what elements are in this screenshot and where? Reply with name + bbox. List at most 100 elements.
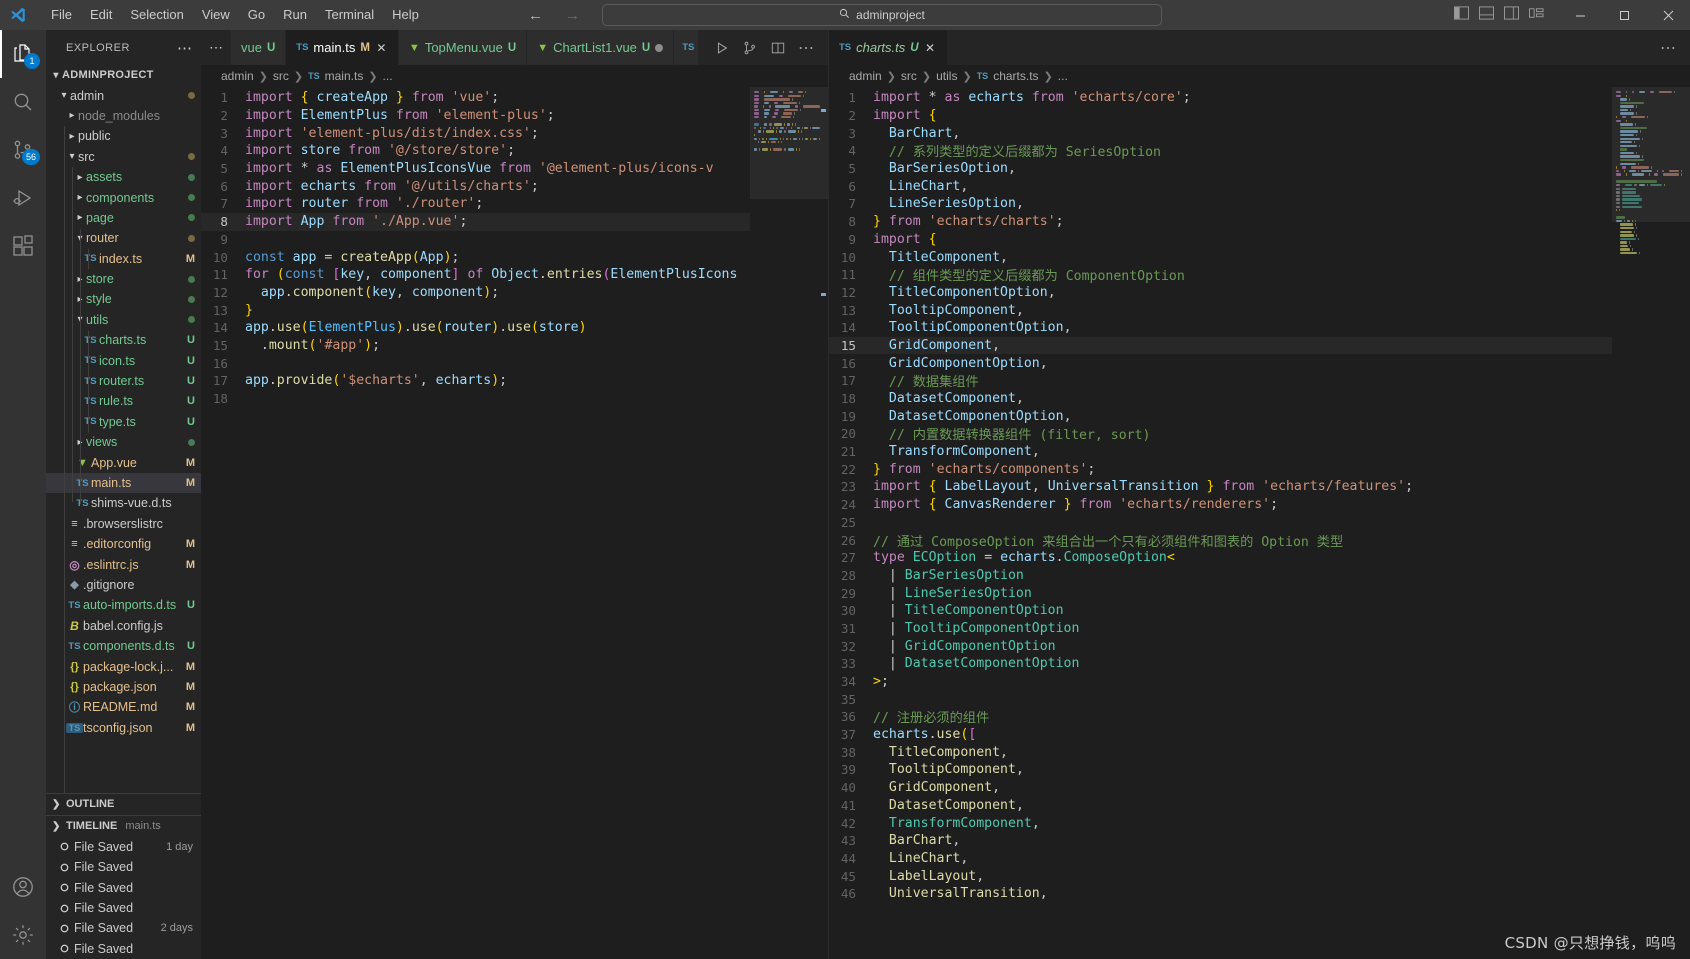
menu-help[interactable]: Help: [383, 3, 428, 27]
tree-item-tsconfig-json[interactable]: TStsconfig.jsonM: [46, 718, 201, 738]
tree-item--editorconfig[interactable]: ≡.editorconfigM: [46, 534, 201, 554]
code-editor-right[interactable]: 1import * as echarts from 'echarts/core'…: [829, 87, 1690, 959]
arrow-left-icon[interactable]: ←: [528, 7, 543, 24]
tree-item-style[interactable]: ▸style: [46, 289, 201, 309]
outline-section[interactable]: ❯ OUTLINE: [46, 793, 201, 815]
tree-item-package-lock-j---[interactable]: {}package-lock.j...M: [46, 656, 201, 676]
split-editor-icon[interactable]: [764, 30, 792, 65]
ellipsis-icon[interactable]: ⋯: [177, 39, 193, 57]
tree-item-app-vue[interactable]: ▼App.vueM: [46, 452, 201, 472]
tree-item-router[interactable]: ▾router: [46, 228, 201, 248]
breadcrumb-file[interactable]: charts.ts: [993, 69, 1038, 83]
activity-source-control[interactable]: 56: [0, 126, 46, 174]
file-tree[interactable]: ▾ADMINPROJECT▾admin▸node_modules▸public▾…: [46, 65, 201, 793]
menu-view[interactable]: View: [193, 3, 239, 27]
tree-item-rule-ts[interactable]: TSrule.tsU: [46, 391, 201, 411]
toggle-primary-sidebar-icon[interactable]: [1454, 6, 1469, 25]
close-icon[interactable]: ✕: [375, 41, 388, 55]
tab-main-ts[interactable]: TS main.ts M ✕: [286, 30, 399, 65]
tree-item-components[interactable]: ▸components: [46, 187, 201, 207]
tree-item-charts-ts[interactable]: TScharts.tsU: [46, 330, 201, 350]
tabs-overflow-icon[interactable]: ⋯: [201, 30, 231, 65]
tree-item-adminproject[interactable]: ▾ADMINPROJECT: [46, 65, 201, 85]
activity-run-debug[interactable]: [0, 174, 46, 222]
menu-terminal[interactable]: Terminal: [316, 3, 383, 27]
timeline-item[interactable]: File Saved1 day: [46, 837, 201, 857]
tree-item-public[interactable]: ▸public: [46, 126, 201, 146]
activity-accounts[interactable]: [0, 863, 46, 911]
close-button[interactable]: [1646, 0, 1690, 30]
tree-item--gitignore[interactable]: ◆.gitignore: [46, 575, 201, 595]
tree-item-shims-vue-d-ts[interactable]: TSshims-vue.d.ts: [46, 493, 201, 513]
breadcrumb-src[interactable]: src: [901, 69, 917, 83]
tree-item-src[interactable]: ▾src: [46, 147, 201, 167]
split-terminal-icon[interactable]: [736, 30, 764, 65]
maximize-button[interactable]: [1602, 0, 1646, 30]
tree-item--eslintrc-js[interactable]: ◎.eslintrc.jsM: [46, 554, 201, 574]
timeline-item[interactable]: File Saved: [46, 877, 201, 897]
menu-go[interactable]: Go: [239, 3, 274, 27]
minimize-button[interactable]: [1558, 0, 1602, 30]
toggle-secondary-sidebar-icon[interactable]: [1504, 6, 1519, 25]
breadcrumb-more[interactable]: ...: [383, 69, 393, 83]
tree-item-readme-md[interactable]: ⓘREADME.mdM: [46, 697, 201, 717]
customize-layout-icon[interactable]: [1529, 6, 1544, 25]
tree-item-page[interactable]: ▸page: [46, 208, 201, 228]
activity-manage-settings[interactable]: [0, 911, 46, 959]
tree-item-router-ts[interactable]: TSrouter.tsU: [46, 371, 201, 391]
menu-selection[interactable]: Selection: [121, 3, 192, 27]
close-icon[interactable]: ✕: [924, 41, 937, 55]
editor-scrollbar-left[interactable]: [818, 87, 828, 959]
timeline-section[interactable]: ❯ TIMELINE main.ts: [46, 815, 201, 837]
activity-search[interactable]: [0, 78, 46, 126]
code-editor-left[interactable]: 1import { createApp } from 'vue';2import…: [201, 87, 828, 959]
more-actions-icon[interactable]: ⋯: [1654, 30, 1682, 65]
minimap-left[interactable]: [750, 87, 828, 959]
command-center[interactable]: adminproject: [602, 4, 1162, 26]
run-icon[interactable]: [708, 30, 736, 65]
tree-item-components-d-ts[interactable]: TScomponents.d.tsU: [46, 636, 201, 656]
tab-vue-truncated[interactable]: vue U: [231, 30, 286, 65]
minimap-right[interactable]: [1612, 87, 1690, 959]
activity-extensions[interactable]: [0, 222, 46, 270]
breadcrumb-more[interactable]: ...: [1058, 69, 1068, 83]
tree-item-auto-imports-d-ts[interactable]: TSauto-imports.d.tsU: [46, 595, 201, 615]
toggle-panel-icon[interactable]: [1479, 6, 1494, 25]
timeline-item[interactable]: File Saved2 days: [46, 918, 201, 938]
tree-item-package-json[interactable]: {}package.jsonM: [46, 677, 201, 697]
tab-chartlist1-vue[interactable]: ▼ ChartList1.vue U: [527, 30, 674, 65]
breadcrumb-file[interactable]: main.ts: [325, 69, 364, 83]
timeline-item[interactable]: File Saved: [46, 898, 201, 918]
dirty-indicator[interactable]: [655, 44, 663, 52]
breadcrumb-admin[interactable]: admin: [221, 69, 254, 83]
breadcrumb-utils[interactable]: utils: [936, 69, 957, 83]
timeline-list[interactable]: File Saved1 dayFile SavedFile SavedFile …: [46, 837, 201, 959]
tab-partial-ts[interactable]: TS: [674, 30, 699, 65]
breadcrumb-src[interactable]: src: [273, 69, 289, 83]
tree-item-main-ts[interactable]: TSmain.tsM: [46, 473, 201, 493]
timeline-item[interactable]: File Saved: [46, 939, 201, 959]
menu-file[interactable]: File: [42, 3, 81, 27]
activity-explorer[interactable]: 1: [0, 30, 46, 78]
menu-run[interactable]: Run: [274, 3, 316, 27]
line-number: 10: [201, 250, 245, 265]
tree-item-babel-config-js[interactable]: Bbabel.config.js: [46, 616, 201, 636]
menu-edit[interactable]: Edit: [81, 3, 121, 27]
more-actions-icon[interactable]: ⋯: [792, 30, 820, 65]
tree-item-index-ts[interactable]: TSindex.tsM: [46, 249, 201, 269]
tab-charts-ts[interactable]: TS charts.ts U ✕: [829, 30, 948, 65]
timeline-item[interactable]: File Saved: [46, 857, 201, 877]
editor-scrollbar-right[interactable]: [1680, 87, 1690, 959]
breadcrumb-admin[interactable]: admin: [849, 69, 882, 83]
tree-item-node-modules[interactable]: ▸node_modules: [46, 106, 201, 126]
tree-item-type-ts[interactable]: TStype.tsU: [46, 412, 201, 432]
tree-item-assets[interactable]: ▸assets: [46, 167, 201, 187]
tree-item-icon-ts[interactable]: TSicon.tsU: [46, 350, 201, 370]
tree-item-store[interactable]: ▸store: [46, 269, 201, 289]
tree-item-views[interactable]: ▸views: [46, 432, 201, 452]
tab-topmenu-vue[interactable]: ▼ TopMenu.vue U: [399, 30, 527, 65]
tree-item-admin[interactable]: ▾admin: [46, 85, 201, 105]
arrow-right-icon[interactable]: →: [565, 7, 580, 24]
tree-item--browserslistrc[interactable]: ≡.browserslistrc: [46, 514, 201, 534]
tree-item-utils[interactable]: ▾utils: [46, 310, 201, 330]
